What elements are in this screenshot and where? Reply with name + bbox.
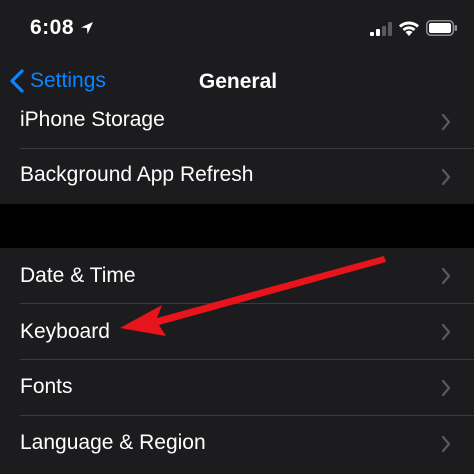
cellular-signal-icon (370, 22, 392, 36)
row-label: Keyboard (20, 320, 110, 343)
battery-icon (426, 20, 457, 36)
chevron-right-icon (441, 113, 451, 131)
location-arrow-icon (81, 22, 93, 34)
row-keyboard[interactable]: Keyboard (0, 304, 474, 359)
row-fonts[interactable]: Fonts (0, 360, 474, 415)
row-label: Background App Refresh (20, 163, 254, 186)
row-label: Language & Region (20, 431, 206, 454)
row-label: iPhone Storage (20, 108, 165, 131)
status-bar: 6:08 (0, 0, 474, 56)
page-title: General (198, 70, 278, 93)
chevron-right-icon (441, 323, 451, 341)
row-language-region[interactable]: Language & Region (0, 416, 474, 474)
row-date-time[interactable]: Date & Time (0, 248, 474, 303)
row-iphone-storage[interactable]: iPhone Storage (0, 106, 474, 150)
chevron-right-icon (441, 435, 451, 453)
settings-group-storage: iPhone Storage Background App Refresh (0, 106, 474, 204)
row-background-app-refresh[interactable]: Background App Refresh (0, 149, 474, 204)
row-label: Fonts (20, 375, 73, 398)
chevron-right-icon (441, 168, 451, 186)
chevron-right-icon (441, 267, 451, 285)
wifi-icon (399, 21, 419, 36)
navigation-bar: Settings General (0, 56, 474, 106)
chevron-right-icon (441, 379, 451, 397)
section-gap (0, 204, 474, 248)
settings-group-locale: Date & Time Keyboard Fonts Language & Re… (0, 248, 474, 474)
screen: 6:08 Settings General iPhone Storage Bac… (0, 0, 474, 474)
status-time: 6:08 (30, 16, 75, 39)
row-label: Date & Time (20, 264, 136, 287)
